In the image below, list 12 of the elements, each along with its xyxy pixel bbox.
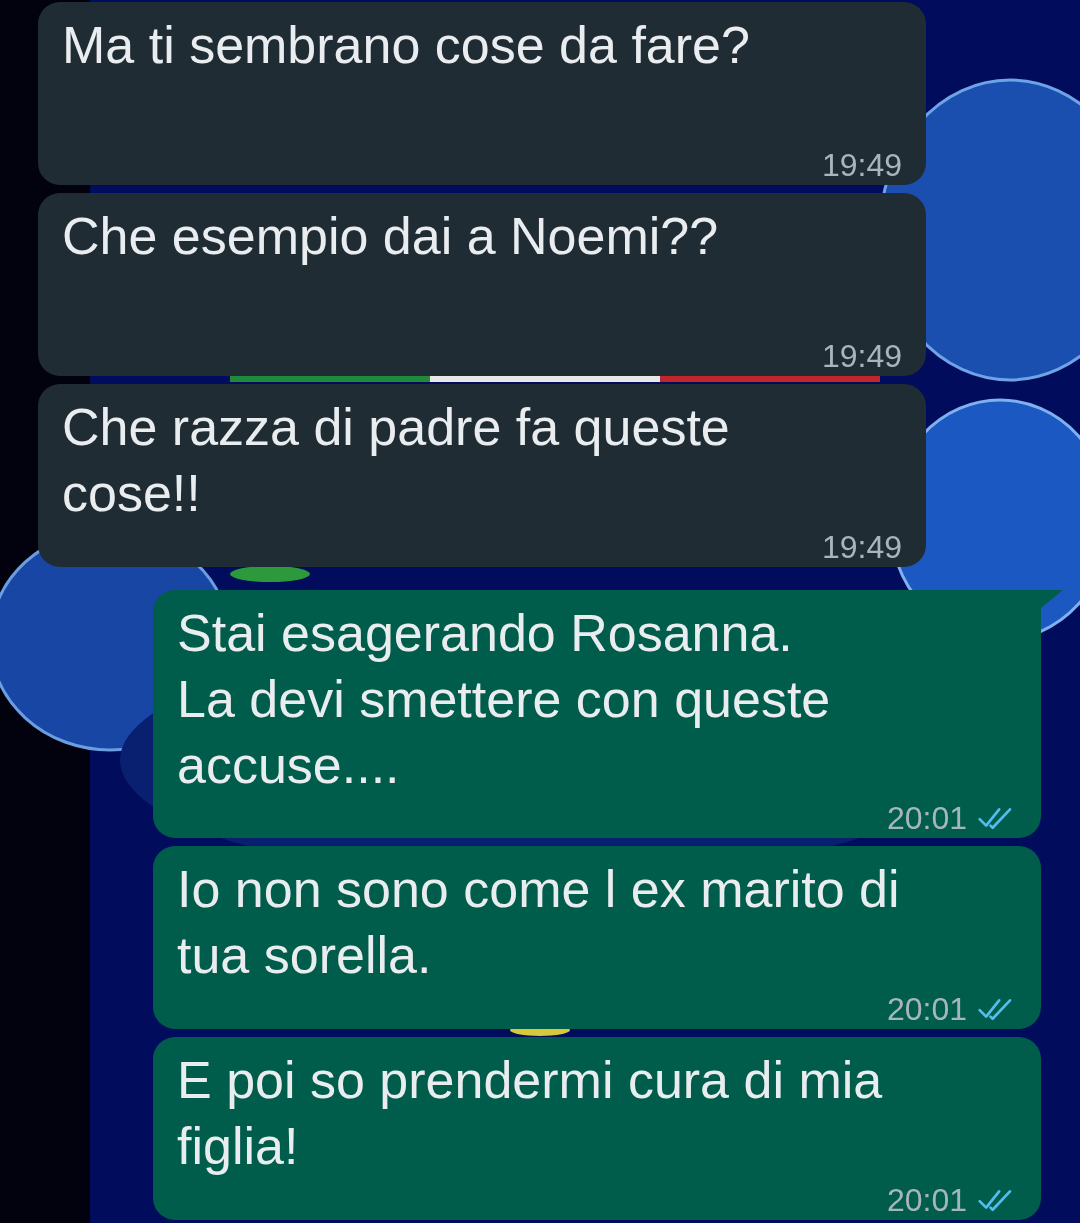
message-time: 19:49 bbox=[821, 340, 902, 372]
message-time: 20:01 bbox=[886, 802, 967, 834]
message-time: 20:01 bbox=[886, 993, 967, 1025]
message-text: Stai esagerando Rosanna. La devi smettere con queste accuse.... bbox=[177, 603, 832, 796]
message-text: Io non sono come l ex marito di tua sorella. bbox=[177, 859, 901, 986]
message-text: Ma ti sembrano cose da fare? bbox=[62, 15, 751, 76]
message-time: 20:01 bbox=[886, 1184, 967, 1216]
message-text: Che razza di padre fa queste cose!! bbox=[62, 397, 731, 524]
message-time: 19:49 bbox=[821, 149, 902, 181]
message-time: 19:49 bbox=[821, 531, 902, 563]
message-text: E poi so prendermi cura di mia figlia! bbox=[177, 1050, 884, 1177]
message-text: Che esempio dai a Noemi?? bbox=[62, 206, 720, 267]
